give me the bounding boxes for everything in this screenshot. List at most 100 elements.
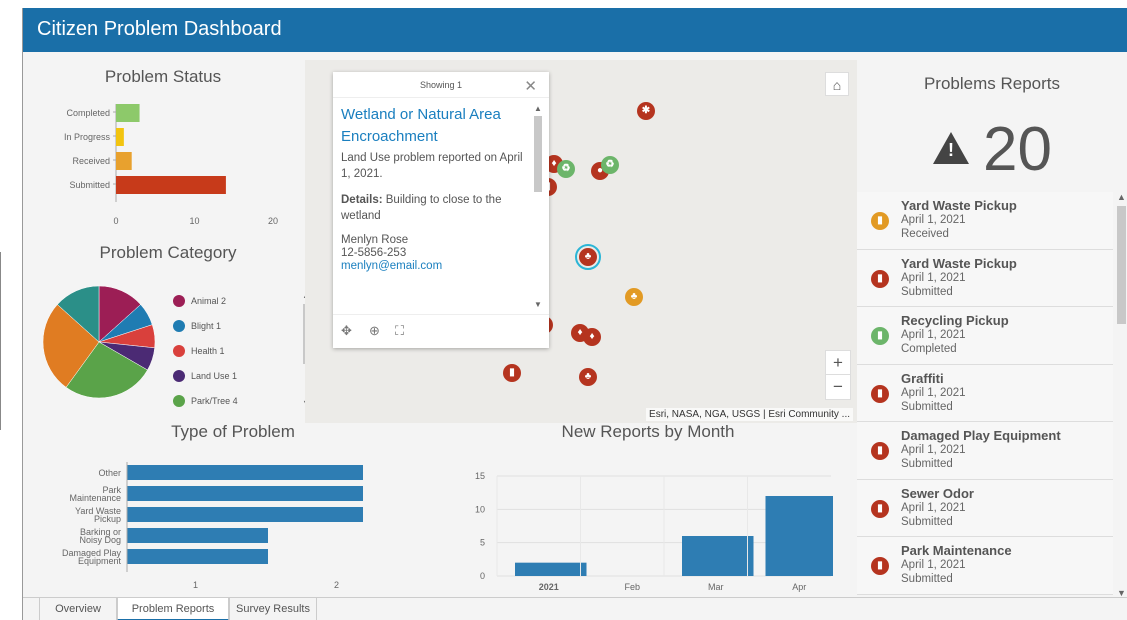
report-type-icon: ▮	[871, 327, 889, 345]
zoom-to-icon[interactable]: ⊕	[369, 323, 380, 339]
tick-label: Mar	[708, 582, 724, 592]
report-date: April 1, 2021	[901, 444, 966, 456]
status-chart-title: Problem Status	[104, 67, 222, 86]
legend-label: Land Use 1	[191, 370, 238, 381]
reports-scrollbar[interactable]: ▲ ▼	[1115, 192, 1127, 602]
map-marker[interactable]: ♻	[601, 156, 619, 174]
tick-label: 2	[334, 580, 339, 590]
map-marker[interactable]: ▮	[503, 364, 521, 382]
popup-description: Land Use problem reported on April 1, 20…	[341, 152, 523, 180]
popup-header: Showing 1	[333, 72, 549, 98]
report-type-icon: ▮	[871, 557, 889, 575]
tick-label: 2021	[539, 582, 559, 592]
tick-label: Received	[72, 156, 110, 166]
map-marker-selected[interactable]: ♣	[575, 244, 601, 270]
map-popup: Showing 1 ✕ Wetland or Natural Area Encr…	[333, 72, 549, 348]
report-date: April 1, 2021	[901, 559, 966, 571]
tick-label: 0	[113, 216, 118, 226]
report-date: April 1, 2021	[901, 271, 966, 284]
legend-label: Health 1	[191, 345, 225, 356]
close-icon[interactable]: ✕	[524, 77, 537, 95]
bar	[116, 152, 132, 170]
type-chart-title: Type of Problem	[171, 422, 295, 441]
reports-list: ▮ Yard Waste Pickup April 1, 2021 Received ▮…	[857, 192, 1113, 602]
scroll-up-icon[interactable]: ▲	[1117, 192, 1126, 202]
report-item[interactable]: ▮ Park Maintenance April 1, 2021 Submitted	[857, 537, 1113, 595]
tick-label: Equipment	[78, 556, 122, 566]
report-date: April 1, 2021	[901, 386, 966, 399]
tick-label: In Progress	[64, 132, 111, 142]
zoom-out-button[interactable]: −	[826, 375, 850, 399]
report-status: Submitted	[901, 515, 953, 528]
report-type-icon: ▮	[871, 384, 889, 403]
tick-label: 15	[475, 471, 485, 481]
tick-label: Pickup	[94, 514, 121, 524]
tick-label: Feb	[624, 582, 640, 592]
popup-details: Details: Building to close to the wetlan…	[341, 192, 529, 224]
tick-label: Completed	[66, 108, 110, 118]
map-marker[interactable]: ✱	[637, 102, 655, 120]
map-marker[interactable]: ♻	[557, 160, 575, 178]
report-item[interactable]: ▮ Damaged Play Equipment April 1, 2021 Subm…	[857, 422, 1113, 480]
report-title: Yard Waste Pickup	[901, 255, 1017, 271]
legend-swatch	[173, 344, 185, 357]
tick-label: Noisy Dog	[79, 535, 121, 545]
home-icon[interactable]: ⌂	[825, 72, 849, 96]
tick-label: 10	[475, 504, 485, 514]
report-item[interactable]: ▮ Yard Waste Pickup April 1, 2021 Submitted	[857, 249, 1113, 307]
scroll-up-icon[interactable]: ▲	[534, 104, 542, 113]
report-title: Park Maintenance	[901, 543, 1012, 558]
tick-label: Apr	[792, 582, 806, 592]
map-attribution: Esri, NASA, NGA, USGS | Esri Community .…	[646, 408, 853, 421]
legend-item[interactable]: Land Use 1	[173, 363, 283, 388]
map-marker[interactable]: ♣	[579, 368, 597, 386]
popup-email[interactable]: menlyn@email.com	[341, 260, 529, 273]
legend-swatch	[173, 369, 185, 382]
report-date: April 1, 2021	[901, 329, 966, 341]
map-view[interactable]: ✱ ♦ ♻ ● ♻ ▮ ♣ ♣ ▮ ▮ ♦ ♦ ▮ ♣ Showing 1 ✕ …	[305, 60, 857, 423]
scrollbar-thumb[interactable]	[1117, 206, 1126, 324]
legend-item[interactable]: Blight 1	[173, 313, 283, 338]
popup-title[interactable]: Wetland or Natural Area Encroachment	[341, 104, 529, 148]
category-chart-title: Problem Category	[99, 243, 237, 262]
popup-name: Menlyn Rose	[341, 234, 409, 246]
tab-survey-results[interactable]: Survey Results	[229, 598, 317, 620]
scroll-down-icon[interactable]: ▼	[534, 300, 542, 309]
warning-icon	[933, 131, 970, 164]
tick-label: Other	[98, 468, 121, 478]
map-marker[interactable]: ♦	[583, 328, 601, 346]
report-item[interactable]: ▮ Graffiti April 1, 2021 Submitted	[857, 364, 1113, 422]
scrollbar-thumb[interactable]	[534, 116, 542, 192]
report-title: Damaged Play Equipment	[901, 428, 1061, 443]
pan-icon[interactable]: ✥	[341, 323, 352, 339]
popup-scrollbar[interactable]: ▲ ▼	[533, 104, 543, 314]
report-type-icon: ▮	[871, 212, 889, 230]
reports-count: 20	[857, 114, 1127, 185]
legend-item[interactable]: Health 1	[173, 338, 283, 363]
legend-item[interactable]: Animal 2	[173, 288, 283, 313]
legend-item[interactable]: Park/Tree 4	[173, 388, 283, 410]
category-legend: Animal 2 Blight 1 Health 1 Land Use 1 Park/T…	[173, 288, 283, 410]
zoom-control: + −	[825, 350, 851, 400]
legend-swatch	[173, 294, 185, 307]
header-bar: Citizen Problem Dashboard	[23, 8, 1127, 52]
tick-label: 10	[189, 216, 199, 226]
dock-icon[interactable]: ⛶	[395, 323, 404, 339]
report-item[interactable]: ▮ Yard Waste Pickup April 1, 2021 Received	[857, 192, 1113, 250]
popup-body: Wetland or Natural Area Encroachment Lan…	[341, 104, 529, 308]
bar	[765, 496, 833, 576]
reports-title: Problems Reports	[923, 74, 1061, 93]
tab-problem-reports[interactable]: Problem Reports	[117, 598, 229, 620]
divider	[0, 252, 1, 430]
report-status: Received	[901, 228, 949, 240]
tab-overview[interactable]: Overview	[39, 598, 117, 620]
legend-label: Animal 2	[191, 295, 227, 306]
report-date: April 1, 2021	[901, 214, 966, 226]
report-item[interactable]: ▮ Recycling Pickup April 1, 2021 Completed	[857, 307, 1113, 365]
zoom-in-button[interactable]: +	[826, 351, 850, 375]
map-marker[interactable]: ♣	[625, 288, 643, 306]
month-chart: 0 5 10 15 2021 Feb Mar Apr	[475, 471, 833, 592]
bar	[127, 507, 363, 522]
legend-label: Park/Tree 4	[191, 395, 238, 406]
report-item[interactable]: ▮ Sewer Odor April 1, 2021 Submitted	[857, 479, 1113, 537]
